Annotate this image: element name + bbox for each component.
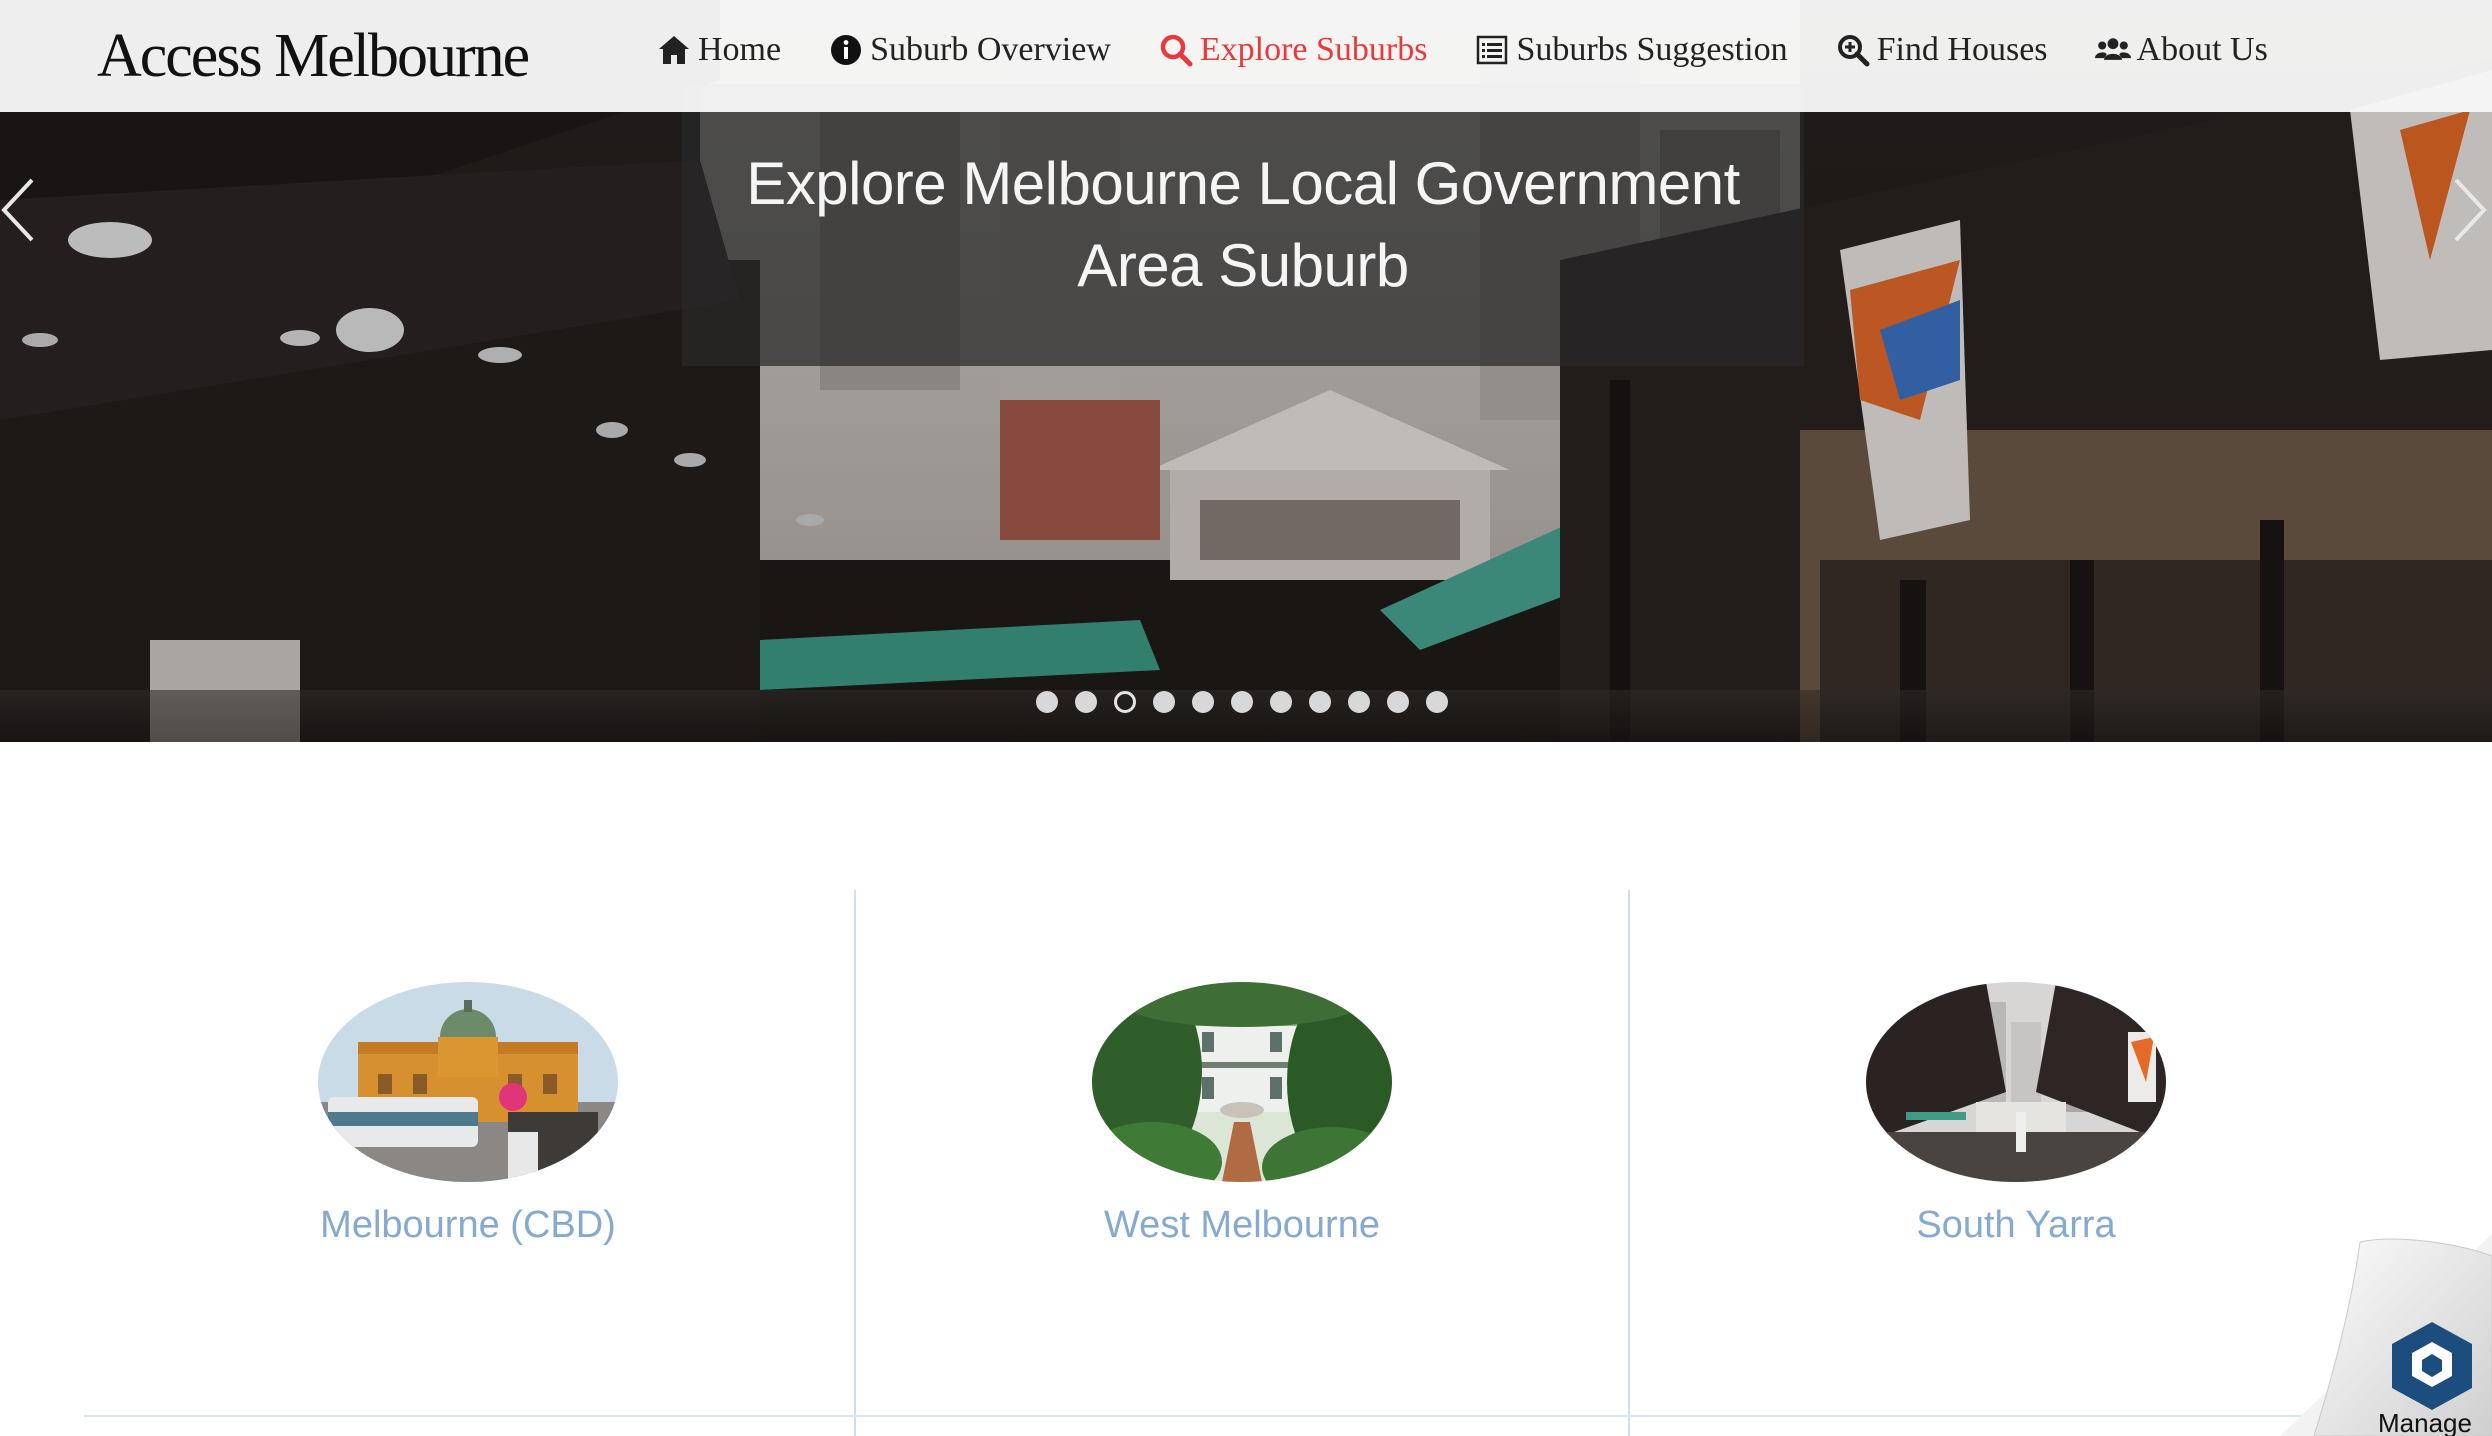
nav-about-us-label: About Us [2136,31,2268,68]
suburb-thumbnail-west-melbourne [1092,982,1392,1182]
nav-suburb-overview[interactable]: Suburb Overview [828,31,1111,69]
search-plus-icon [1835,33,1871,67]
carousel-indicator-dot[interactable] [1192,691,1214,713]
manage-label: Manage [2378,1408,2472,1436]
nav-explore-suburbs-label: Explore Suburbs [1199,31,1428,68]
search-icon [1158,33,1194,67]
suburb-name[interactable]: Melbourne (CBD) [318,1204,618,1247]
carousel-indicator-dot[interactable] [1426,691,1448,713]
nav-suburbs-suggestion-label: Suburbs Suggestion [1516,31,1788,68]
suburb-card-south-yarra[interactable]: South Yarra [1866,982,2166,1247]
info-circle-icon [828,33,864,67]
carousel-indicator-dot[interactable] [1153,691,1175,713]
users-icon [2094,33,2131,67]
column-divider [854,890,856,1436]
carousel-indicators [1036,690,1448,714]
suburb-thumbnail-melbourne-cbd [318,982,618,1182]
nav-suburb-overview-label: Suburb Overview [870,31,1111,68]
nav-explore-suburbs[interactable]: Explore Suburbs [1158,31,1428,69]
manage-widget[interactable]: Manage [2280,1234,2492,1436]
suburb-thumbnail-south-yarra [1866,982,2166,1182]
carousel-indicator-dot[interactable] [1036,691,1058,713]
nav-about-us[interactable]: About Us [2094,31,2268,69]
nav-find-houses[interactable]: Find Houses [1835,31,2048,69]
carousel-indicator-dot[interactable] [1387,691,1409,713]
carousel-indicator-dot[interactable] [1348,691,1370,713]
carousel-indicator-dot[interactable] [1309,691,1331,713]
column-divider [1628,890,1630,1436]
nav-home-label: Home [698,31,782,68]
carousel-prev-button[interactable] [0,170,40,250]
carousel-caption-box: Explore Melbourne Local Government Area … [682,84,1804,366]
home-icon [656,33,692,67]
top-navbar: Access Melbourne Home Suburb Overview Ex… [0,0,2492,112]
chevron-left-icon [1,178,34,242]
nav-find-houses-label: Find Houses [1876,31,2048,68]
nav-home[interactable]: Home [656,31,781,69]
carousel-caption: Explore Melbourne Local Government Area … [746,150,1740,299]
list-alt-icon [1474,33,1510,67]
suburb-card-west-melbourne[interactable]: West Melbourne [1092,982,1392,1247]
suburb-name[interactable]: West Melbourne [1092,1204,1392,1247]
carousel-indicator-dot[interactable] [1231,691,1253,713]
carousel-indicator-dot[interactable] [1270,691,1292,713]
hexagon-logo-icon [2392,1322,2472,1410]
carousel-next-button[interactable] [2448,170,2488,250]
brand-logo[interactable]: Access Melbourne [97,8,530,104]
row-divider [84,1415,2404,1417]
nav-menu: Home Suburb Overview Explore Suburbs Sub… [656,20,2268,80]
carousel-indicator-dot[interactable] [1075,691,1097,713]
suburb-cards-section: Melbourne (CBD) West Melbourne South Yar… [0,742,2492,1436]
suburb-name[interactable]: South Yarra [1866,1204,2166,1247]
nav-suburbs-suggestion[interactable]: Suburbs Suggestion [1474,31,1788,69]
carousel-indicator-dot[interactable] [1114,691,1136,713]
suburb-card-melbourne-cbd[interactable]: Melbourne (CBD) [318,982,618,1247]
chevron-right-icon [2454,178,2487,242]
